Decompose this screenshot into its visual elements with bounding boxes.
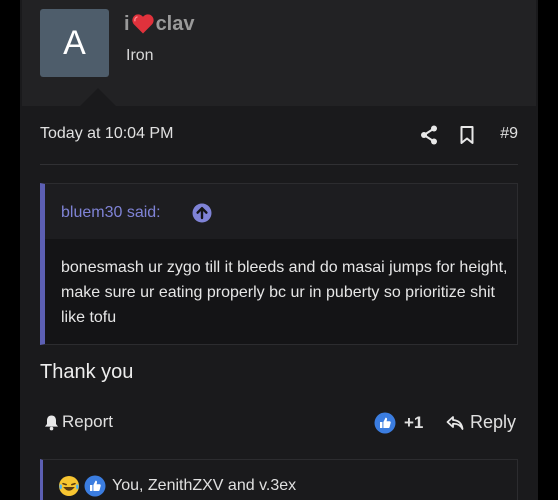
- share-icon[interactable]: [420, 125, 438, 145]
- post-container: A i clav Iron Today at 10:04 PM #9 bluem…: [0, 0, 558, 500]
- quote-block: bluem30 said: bonesmash ur zygo till it …: [40, 183, 518, 345]
- username-link[interactable]: i clav: [124, 10, 195, 38]
- divider: [40, 164, 518, 165]
- laugh-cry-icon: [59, 476, 79, 496]
- reactions-summary: You, ZenithZXV and v.3ex: [58, 475, 296, 497]
- report-label: Report: [62, 412, 114, 431]
- like-count[interactable]: +1: [374, 412, 423, 434]
- bookmark-icon[interactable]: [460, 126, 474, 144]
- quote-text: bonesmash ur zygo till it bleeds and do …: [61, 259, 508, 326]
- arrow-up-icon[interactable]: [192, 203, 212, 223]
- avatar-letter: A: [63, 23, 86, 62]
- quote-header: bluem30 said:: [45, 184, 517, 239]
- heart-icon: [131, 14, 154, 34]
- like-icon: [84, 475, 106, 497]
- reply-icon: [446, 415, 464, 430]
- like-icon: [374, 412, 396, 434]
- reply-label: Reply: [469, 412, 516, 432]
- post-message: Thank you: [40, 361, 134, 383]
- username-suffix: clav: [155, 12, 195, 35]
- quote-author-link[interactable]: bluem30 said:: [61, 204, 161, 222]
- like-count-value: +1: [404, 413, 424, 432]
- reactions-bar[interactable]: You, ZenithZXV and v.3ex: [40, 459, 518, 500]
- avatar[interactable]: A: [40, 9, 109, 77]
- post-actions: Report +1 Reply: [40, 412, 518, 436]
- user-card-pointer: [80, 88, 116, 106]
- reply-button[interactable]: Reply: [446, 412, 516, 433]
- post-number-link[interactable]: #9: [500, 125, 518, 143]
- post-meta: Today at 10:04 PM #9: [40, 124, 518, 146]
- post-date[interactable]: Today at 10:04 PM: [40, 125, 173, 143]
- username-prefix: i: [124, 12, 130, 35]
- report-button[interactable]: Report: [44, 412, 113, 432]
- reactions-text: You, ZenithZXV and v.3ex: [112, 477, 297, 494]
- bell-icon: [45, 415, 58, 430]
- user-title: Iron: [126, 47, 154, 64]
